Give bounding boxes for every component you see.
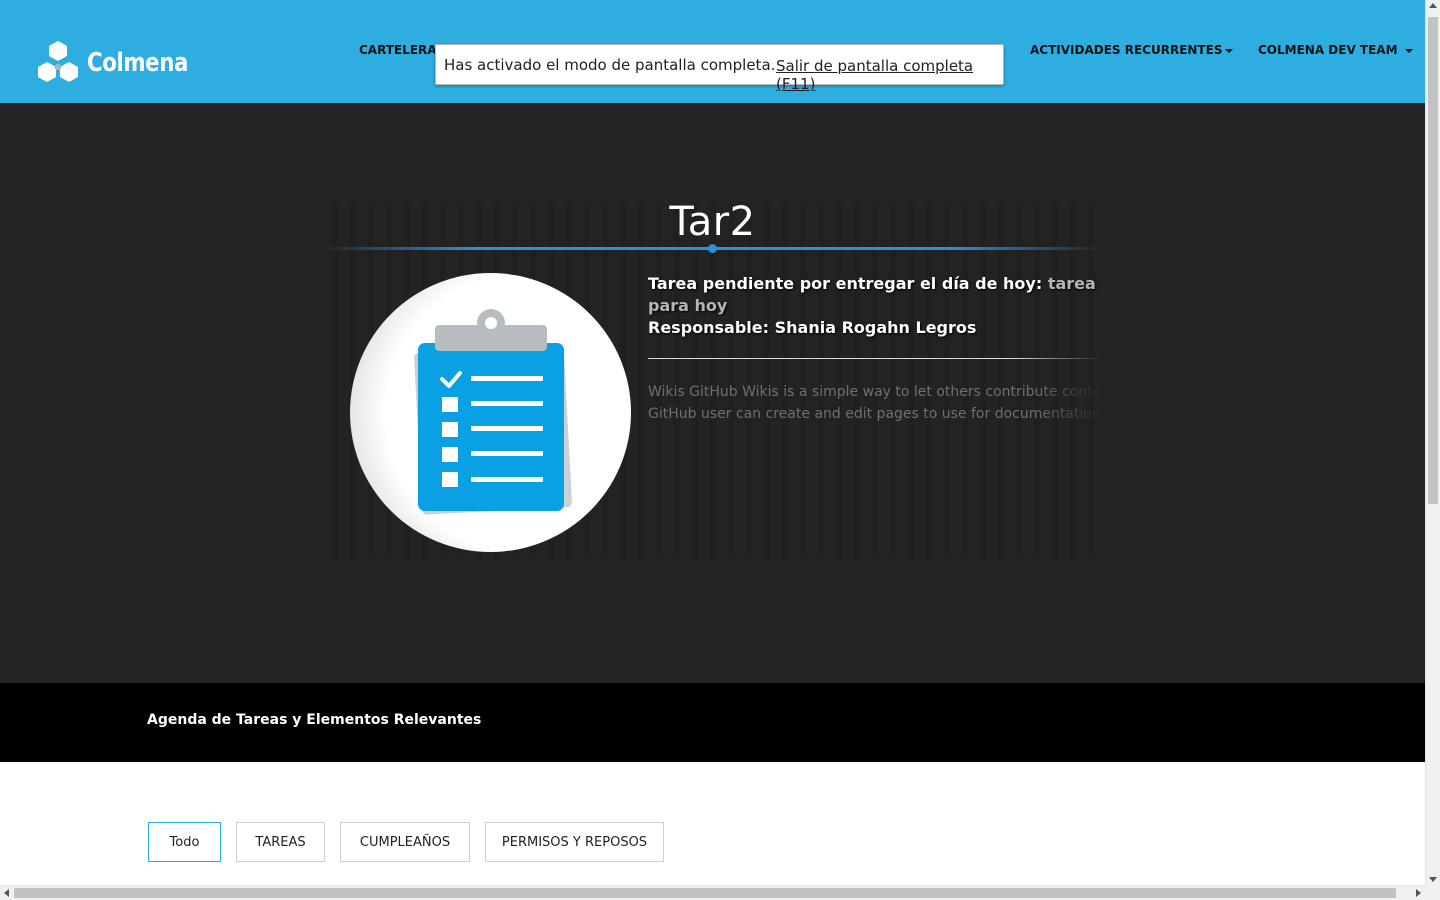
task-description-line-2: GitHub user can create and edit pages to… xyxy=(648,406,1103,422)
task-pending-label: Tarea pendiente por entregar el día de h… xyxy=(648,274,1043,293)
nav-team-menu[interactable]: COLMENA DEV TEAM xyxy=(1258,43,1413,57)
filter-cumpleanos-button[interactable]: CUMPLEAÑOS xyxy=(340,822,470,862)
task-pending-value: tarea xyxy=(1047,274,1096,293)
filter-tareas-button[interactable]: TAREAS xyxy=(236,822,325,862)
exit-fullscreen-link[interactable]: Salir de pantalla completa (F11) xyxy=(776,57,1003,93)
nav-team-label: COLMENA DEV TEAM xyxy=(1258,43,1398,57)
featured-task-title: Tar2 xyxy=(669,199,756,245)
info-divider xyxy=(648,358,1103,359)
fullscreen-notice: Has activado el modo de pantalla complet… xyxy=(435,44,1004,93)
caret-down-icon xyxy=(1404,48,1413,53)
page: Colmena CARTELERA ACTIVIDADES RECURRENTE… xyxy=(0,0,1425,885)
scroll-up-icon[interactable] xyxy=(1429,3,1437,8)
agenda-header-bar: Agenda de Tareas y Elementos Relevantes xyxy=(0,683,1425,762)
task-pending-line-2: para hoy xyxy=(648,295,1103,317)
task-info: Tarea pendiente por entregar el día de h… xyxy=(648,273,1103,425)
nav-cartelera[interactable]: CARTELERA xyxy=(359,43,437,57)
scroll-right-icon[interactable] xyxy=(1416,889,1421,897)
responsible-label: Responsable: xyxy=(648,318,770,337)
featured-task-section: Tar2 Tarea pendiente por entregar el día… xyxy=(0,103,1425,683)
clipboard-checklist-icon xyxy=(414,309,572,515)
fullscreen-message: Has activado el modo de pantalla complet… xyxy=(444,56,776,74)
nav-actividades-recurrentes[interactable]: ACTIVIDADES RECURRENTES xyxy=(1030,43,1234,57)
filter-todo-button[interactable]: Todo xyxy=(148,822,221,862)
filter-permisos-button[interactable]: PERMISOS Y REPOSOS xyxy=(485,822,664,862)
scroll-down-icon[interactable] xyxy=(1429,877,1437,882)
responsible-name: Shania Rogahn Legros xyxy=(774,318,977,337)
task-description-line-1: Wikis GitHub Wikis is a simple way to le… xyxy=(648,384,1103,400)
logo-text: Colmena xyxy=(87,48,188,78)
caret-down-icon xyxy=(1225,48,1234,53)
horizontal-scroll-thumb[interactable] xyxy=(14,888,1396,898)
task-description: Wikis GitHub Wikis is a simple way to le… xyxy=(648,381,1103,425)
vertical-scrollbar[interactable] xyxy=(1425,0,1440,885)
title-divider-dot xyxy=(708,244,717,253)
vertical-scroll-thumb[interactable] xyxy=(1428,17,1438,504)
agenda-title: Agenda de Tareas y Elementos Relevantes xyxy=(147,712,482,728)
colmena-logo[interactable]: Colmena xyxy=(35,40,210,86)
top-navbar: Colmena CARTELERA ACTIVIDADES RECURRENTE… xyxy=(0,0,1425,103)
scrollbar-corner xyxy=(1425,885,1440,900)
nav-actividades-label: ACTIVIDADES RECURRENTES xyxy=(1030,43,1223,57)
horizontal-scrollbar[interactable] xyxy=(0,885,1425,900)
task-image xyxy=(350,273,631,552)
agenda-filters: Todo TAREAS CUMPLEAÑOS PERMISOS Y REPOSO… xyxy=(0,762,1425,885)
hexagon-cluster-icon xyxy=(38,41,78,82)
task-pending-value-cont: para hoy xyxy=(648,296,728,315)
scroll-left-icon[interactable] xyxy=(4,889,9,897)
task-pending-line: Tarea pendiente por entregar el día de h… xyxy=(648,273,1103,295)
task-responsible-line: Responsable: Shania Rogahn Legros xyxy=(648,317,1103,339)
